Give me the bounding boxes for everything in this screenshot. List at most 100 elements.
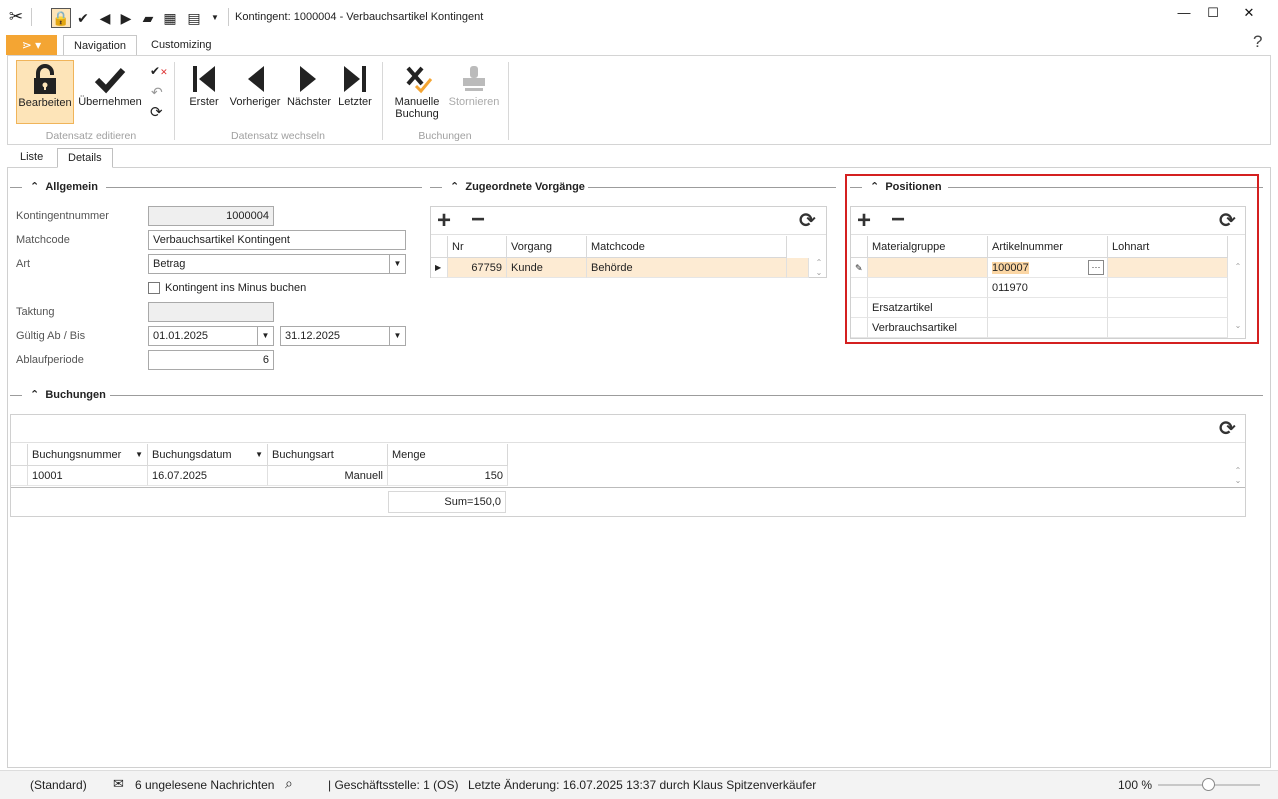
- document-icon[interactable]: ▤: [186, 10, 202, 26]
- table-cell[interactable]: 10001: [28, 466, 148, 486]
- chevron-down-icon[interactable]: ▼: [257, 327, 273, 345]
- filter-dropdown-icon[interactable]: ▼: [255, 444, 263, 466]
- standard-label: (Standard): [30, 778, 87, 792]
- gueltig-bis-field[interactable]: 31.12.2025 ▼: [280, 326, 406, 346]
- matchcode-field[interactable]: Verbauchsartikel Kontingent: [148, 230, 406, 250]
- vorgaenge-header[interactable]: ⌃ Zugeordnete Vorgänge: [450, 180, 585, 194]
- collapse-icon: ⌃: [30, 389, 40, 401]
- taktung-field: [148, 302, 274, 322]
- art-label: Art: [16, 258, 31, 270]
- ablaufperiode-field[interactable]: 6: [148, 350, 274, 370]
- ribbon-separator: [508, 62, 509, 140]
- close-button[interactable]: ✕: [1239, 5, 1259, 20]
- minus-checkbox[interactable]: [148, 282, 160, 294]
- quick-access-dropdown-icon[interactable]: ▼: [207, 10, 223, 26]
- table-cell[interactable]: 16.07.2025: [148, 466, 268, 486]
- allgemein-header[interactable]: ⌃ Allgemein: [30, 180, 98, 194]
- manuelle-buchung-button[interactable]: Manuelle Buchung: [390, 60, 444, 120]
- tab-details[interactable]: Details: [57, 148, 113, 168]
- section-line: [106, 187, 422, 188]
- maximize-button[interactable]: ☐: [1203, 5, 1223, 20]
- manuelle-buchung-label-1: Manuelle: [394, 96, 440, 108]
- column-header-buchungsdatum[interactable]: Buchungsdatum ▼: [148, 444, 268, 466]
- refresh-icon[interactable]: ⟳: [799, 211, 816, 231]
- chevron-down-icon[interactable]: ▼: [389, 327, 405, 345]
- last-change-label: Letzte Änderung: 16.07.2025 13:37 durch …: [468, 778, 817, 792]
- last-record-icon: [344, 66, 366, 92]
- zoom-level: 100 %: [1118, 778, 1153, 792]
- messages-link[interactable]: 6 ungelesene Nachrichten: [135, 778, 274, 792]
- zoom-slider[interactable]: [1158, 778, 1260, 791]
- reload-icon[interactable]: ⟳: [150, 103, 163, 121]
- erster-button[interactable]: Erster: [186, 60, 222, 108]
- scrollbar[interactable]: ⌃ ⌄: [1231, 466, 1245, 486]
- zoom-slider-thumb[interactable]: [1202, 778, 1215, 791]
- column-header-buchungsart[interactable]: Buchungsart: [268, 444, 388, 466]
- status-bar: (Standard) ✉ 6 ungelesene Nachrichten ⌕ …: [0, 770, 1278, 799]
- kontingentnummer-label: Kontingentnummer: [16, 210, 109, 222]
- ribbon: Bearbeiten Übernehmen ✔✕ ↶ ⟳ Datensatz e…: [7, 55, 1271, 145]
- column-header-nr[interactable]: Nr: [448, 236, 507, 258]
- table-cell[interactable]: Behörde: [587, 258, 787, 278]
- allgemein-title: Allgemein: [45, 181, 98, 193]
- tab-customizing[interactable]: Customizing: [141, 35, 222, 56]
- bearbeiten-button[interactable]: Bearbeiten: [16, 60, 74, 124]
- art-value: Betrag: [153, 258, 186, 270]
- chevron-down-icon[interactable]: ▼: [389, 255, 405, 273]
- minimize-button[interactable]: —: [1174, 5, 1194, 20]
- vorgaenge-title: Zugeordnete Vorgänge: [465, 181, 585, 193]
- check-icon[interactable]: ✔: [75, 10, 91, 26]
- undo-icon: ↶: [151, 84, 163, 100]
- help-icon[interactable]: ?: [1253, 32, 1262, 52]
- column-header-buchungsnummer[interactable]: Buchungsnummer ▼: [28, 444, 148, 466]
- column-header-menge[interactable]: Menge: [388, 444, 508, 466]
- buchungsdatum-header-label: Buchungsdatum: [152, 449, 232, 461]
- search-icon[interactable]: ⌕: [285, 775, 293, 792]
- vorheriger-button[interactable]: Vorheriger: [227, 60, 283, 108]
- mail-icon[interactable]: ✉: [113, 776, 124, 792]
- bearbeiten-label: Bearbeiten: [18, 97, 72, 109]
- first-record-icon: [193, 66, 215, 92]
- section-line: [10, 187, 22, 188]
- table-cell[interactable]: 150: [388, 466, 508, 486]
- gueltig-ab-field[interactable]: 01.01.2025 ▼: [148, 326, 274, 346]
- refresh-icon[interactable]: ⟳: [1219, 419, 1236, 439]
- minus-label: Kontingent ins Minus buchen: [165, 282, 307, 294]
- previous-icon[interactable]: ◀: [97, 10, 113, 26]
- table-cell[interactable]: Kunde: [507, 258, 587, 278]
- next-icon[interactable]: ▶: [118, 10, 134, 26]
- section-line: [588, 187, 836, 188]
- check-cancel-icon[interactable]: ✔✕: [150, 64, 168, 78]
- table-cell[interactable]: Manuell: [268, 466, 388, 486]
- buchungen-header[interactable]: ⌃ Buchungen: [30, 388, 106, 402]
- buchungen-toolbar: ⟳: [11, 415, 1245, 443]
- title-divider: [228, 8, 229, 26]
- naechster-button[interactable]: Nächster: [285, 60, 333, 108]
- tab-liste[interactable]: Liste: [10, 148, 53, 168]
- scrollbar[interactable]: ⌃ ⌄: [812, 258, 826, 278]
- checkmark-icon: [94, 67, 126, 94]
- minus-icon[interactable]: −: [471, 208, 485, 232]
- plus-icon[interactable]: +: [437, 209, 451, 233]
- chat-icon[interactable]: ▰: [140, 10, 156, 26]
- letzter-button[interactable]: Letzter: [336, 60, 374, 108]
- ablaufperiode-label: Ablaufperiode: [16, 354, 84, 366]
- footer-divider: [11, 487, 1245, 488]
- tools-icon[interactable]: ✂: [8, 8, 24, 25]
- app-menu-button[interactable]: ⋗ ▾: [6, 35, 57, 55]
- menge-sum: Sum=150,0: [388, 491, 506, 513]
- calendar-icon[interactable]: ▦: [162, 10, 178, 26]
- row-indicator: [11, 466, 28, 486]
- table-cell[interactable]: 67759: [448, 258, 507, 278]
- group-datensatz-wechseln: Datensatz wechseln: [231, 130, 325, 142]
- art-select[interactable]: Betrag ▼: [148, 254, 406, 274]
- column-header-vorgang[interactable]: Vorgang: [507, 236, 587, 258]
- column-header-matchcode[interactable]: Matchcode: [587, 236, 787, 258]
- geschaeftsstelle-label: | Geschäftsstelle: 1 (OS): [328, 778, 459, 792]
- gueltig-label: Gültig Ab / Bis: [16, 330, 86, 342]
- tab-navigation[interactable]: Navigation: [63, 35, 137, 56]
- filter-dropdown-icon[interactable]: ▼: [135, 444, 143, 466]
- kontingentnummer-field: 1000004: [148, 206, 274, 226]
- uebernehmen-button[interactable]: Übernehmen: [78, 60, 142, 124]
- lock-icon[interactable]: 🔒: [51, 8, 71, 28]
